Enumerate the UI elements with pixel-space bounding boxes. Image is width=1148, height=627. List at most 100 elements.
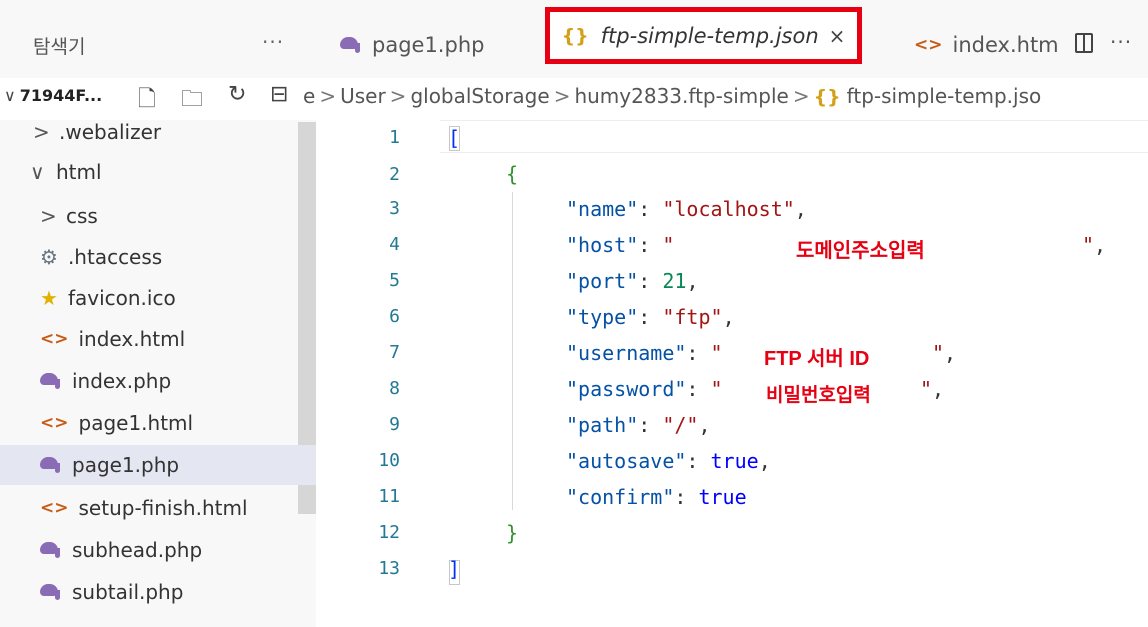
tree-item-page1-html[interactable]: <> page1.html bbox=[0, 403, 338, 443]
tab-ftp-simple-temp-json[interactable]: {} ftp-simple-temp.json × bbox=[545, 7, 862, 64]
tree-item-index-php[interactable]: index.php bbox=[0, 361, 338, 401]
code-token: } bbox=[506, 521, 519, 545]
tree-item-page1-php[interactable]: page1.php bbox=[0, 445, 338, 485]
code-line-4-end: ", bbox=[1082, 233, 1107, 257]
tree-item-html[interactable]: ∨ html bbox=[0, 152, 328, 192]
json-braces-icon: {} bbox=[813, 86, 841, 108]
breadcrumb: e > User > globalStorage > humy2833.ftp-simple… bbox=[303, 84, 1148, 108]
tree-item-label: index.php bbox=[72, 369, 172, 393]
annotation-domain: 도메인주소입력 bbox=[796, 240, 925, 262]
tab-label: ftp-simple-temp.json bbox=[600, 23, 819, 48]
html-code-icon: <> bbox=[40, 329, 69, 349]
chevron-right-icon: > bbox=[33, 120, 50, 144]
json-value: "ftp" bbox=[662, 305, 723, 329]
json-value: true bbox=[710, 449, 759, 473]
explorer-title: 탐색기 bbox=[33, 36, 86, 58]
tree-item-label: .htaccess bbox=[67, 245, 163, 269]
tree-item-index-html[interactable]: <> index.html bbox=[0, 319, 338, 359]
star-icon: ★ bbox=[40, 286, 58, 310]
workspace-folder-header[interactable]: ∨ 71944F... bbox=[4, 86, 102, 105]
code-token: [ bbox=[448, 126, 461, 150]
tree-item-label: index.html bbox=[78, 327, 186, 351]
breadcrumb-item[interactable]: ftp-simple-temp.jso bbox=[847, 84, 1042, 108]
json-key: "password" bbox=[566, 377, 687, 401]
collapse-all-icon[interactable]: ⊟ bbox=[270, 82, 288, 107]
code-token: { bbox=[506, 162, 519, 186]
code-line-10: "autosave": true, bbox=[566, 449, 771, 473]
json-value: " bbox=[710, 341, 723, 365]
chevron-down-icon: ∨ bbox=[4, 86, 16, 105]
tab-index-htm[interactable]: <> index.htm bbox=[914, 12, 1059, 78]
annotation-ftp-id: FTP 서버 ID bbox=[764, 348, 870, 370]
tree-item-htaccess[interactable]: ⚙ .htaccess bbox=[0, 237, 338, 277]
split-editor-icon[interactable] bbox=[1075, 33, 1093, 53]
refresh-icon[interactable]: ↻ bbox=[228, 82, 246, 107]
tree-item-webalizer[interactable]: > .webalizer bbox=[0, 112, 331, 152]
json-key: "autosave" bbox=[566, 449, 687, 473]
editor-more-icon[interactable]: ··· bbox=[1110, 30, 1132, 54]
current-line-highlight bbox=[440, 120, 1148, 153]
explorer-more-icon[interactable]: ··· bbox=[262, 30, 284, 54]
tree-item-label: html bbox=[56, 160, 102, 184]
code-line-4: "host": " bbox=[566, 233, 675, 257]
breadcrumb-separator: > bbox=[553, 84, 571, 108]
line-number: 8 bbox=[389, 378, 400, 399]
php-elephant-icon bbox=[40, 542, 62, 558]
php-elephant-icon bbox=[40, 373, 62, 389]
chevron-right-icon: > bbox=[40, 204, 57, 228]
code-line-8-end: ", bbox=[920, 377, 945, 401]
code-line-9: "path": "/", bbox=[566, 413, 711, 437]
code-line-3: "name": "localhost", bbox=[566, 197, 807, 221]
line-number: 7 bbox=[389, 342, 400, 363]
breadcrumb-item[interactable]: humy2833.ftp-simple bbox=[574, 84, 788, 108]
json-value: " bbox=[710, 377, 723, 401]
json-key: "path" bbox=[566, 413, 639, 437]
breadcrumb-item[interactable]: e bbox=[303, 84, 315, 108]
line-number: 6 bbox=[389, 306, 400, 327]
code-line-8: "password": " bbox=[566, 377, 723, 401]
tree-item-css[interactable]: > css bbox=[0, 196, 338, 236]
json-value: true bbox=[698, 485, 747, 509]
line-number: 12 bbox=[378, 522, 400, 543]
tab-page1-php[interactable]: page1.php bbox=[340, 12, 484, 78]
php-elephant-icon bbox=[40, 584, 62, 600]
line-number: 1 bbox=[389, 127, 400, 148]
tree-item-subtail[interactable]: subtail.php bbox=[0, 572, 338, 612]
line-number: 3 bbox=[389, 198, 400, 219]
json-value: " bbox=[662, 233, 675, 257]
close-icon[interactable]: × bbox=[829, 24, 846, 48]
line-number: 13 bbox=[378, 558, 400, 579]
explorer-header: 탐색기 ··· bbox=[0, 0, 316, 78]
gear-icon: ⚙ bbox=[40, 245, 58, 269]
tab-label: index.htm bbox=[952, 33, 1059, 57]
tree-item-favicon[interactable]: ★ favicon.ico bbox=[0, 278, 338, 318]
html-code-icon: <> bbox=[914, 35, 943, 55]
tree-item-label: page1.html bbox=[78, 411, 194, 435]
workspace-folder-label: 71944F... bbox=[19, 86, 103, 105]
html-code-icon: <> bbox=[40, 413, 69, 433]
tree-item-subhead[interactable]: subhead.php bbox=[0, 530, 338, 570]
indent-guide bbox=[512, 192, 513, 510]
code-line-12: } bbox=[506, 521, 518, 545]
php-elephant-icon bbox=[340, 37, 362, 53]
tree-item-setup-finish[interactable]: <> setup-finish.html bbox=[0, 488, 338, 528]
json-key: "host" bbox=[566, 233, 639, 257]
tree-item-label: favicon.ico bbox=[67, 286, 176, 310]
json-key: "username" bbox=[566, 341, 687, 365]
tree-item-label: page1.php bbox=[72, 453, 180, 477]
json-value: " bbox=[932, 341, 945, 365]
code-line-6: "type": "ftp", bbox=[566, 305, 735, 329]
json-value: " bbox=[1082, 233, 1095, 257]
line-number: 2 bbox=[389, 164, 400, 185]
json-key: "name" bbox=[566, 197, 639, 221]
tree-item-label: subhead.php bbox=[72, 538, 203, 562]
code-line-2: { bbox=[506, 162, 518, 186]
breadcrumb-item[interactable]: User bbox=[340, 84, 386, 108]
line-number: 5 bbox=[389, 270, 400, 291]
code-line-7-end: ", bbox=[932, 341, 957, 365]
annotation-password: 비밀번호입력 bbox=[766, 385, 871, 406]
json-value: "/" bbox=[662, 413, 699, 437]
json-value: 21 bbox=[662, 269, 687, 293]
json-key: "port" bbox=[566, 269, 639, 293]
breadcrumb-item[interactable]: globalStorage bbox=[410, 84, 549, 108]
